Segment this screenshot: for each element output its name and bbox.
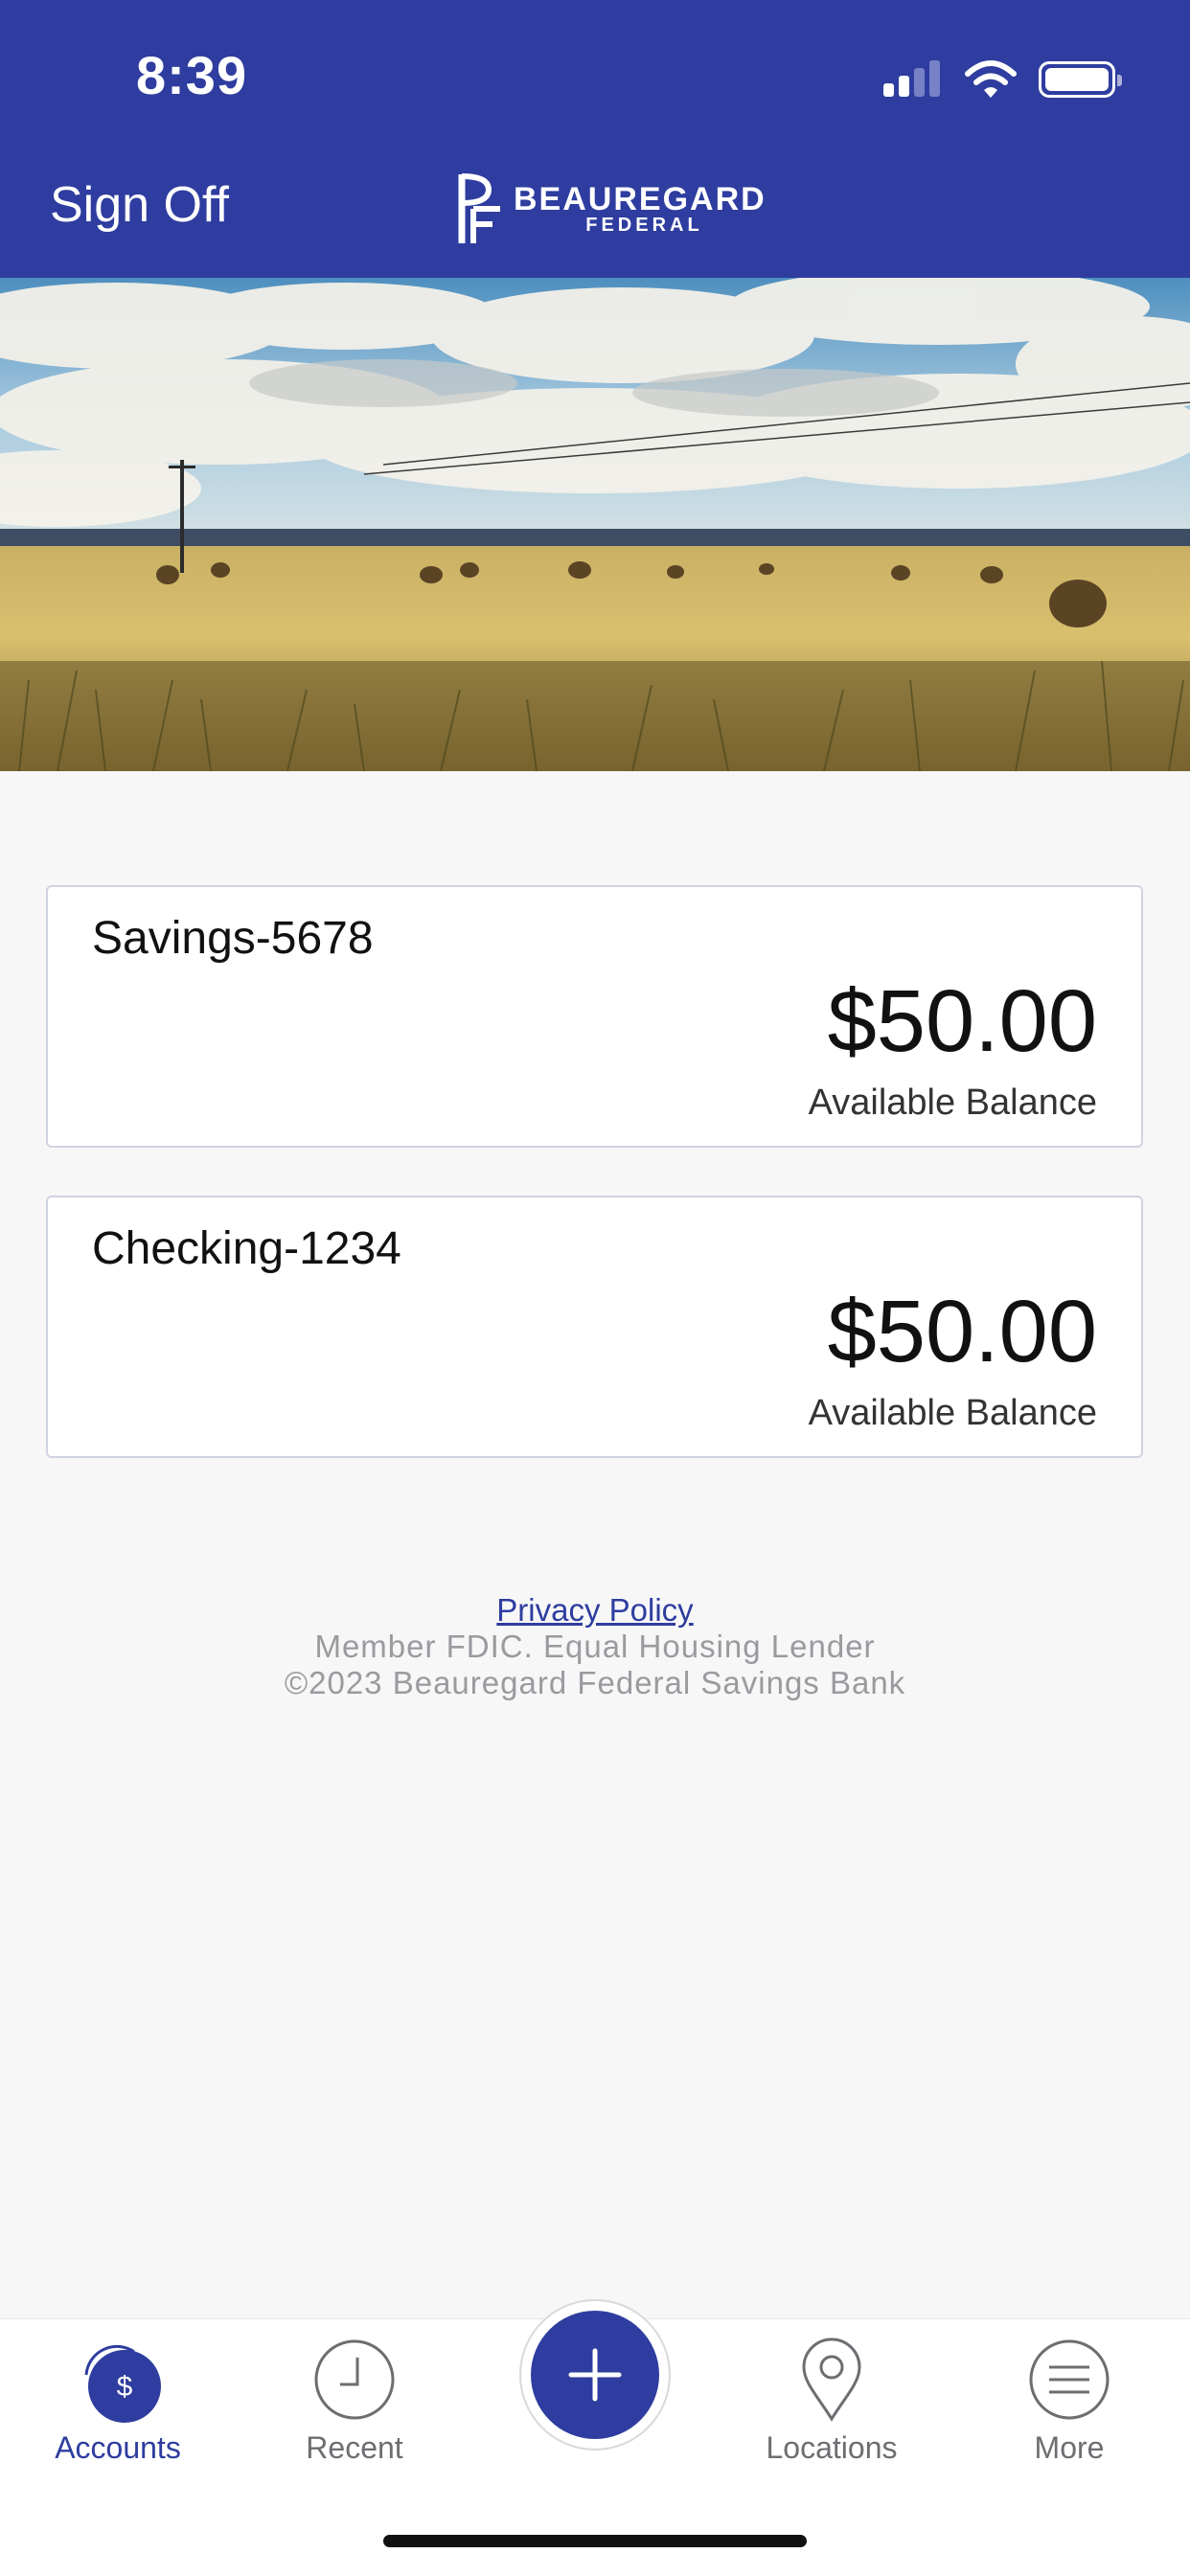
logo-wordmark: BEAUREGARD FEDERAL [514, 183, 767, 235]
account-name: Checking-1234 [92, 1223, 401, 1274]
logo-line1: BEAUREGARD [514, 181, 767, 217]
battery-icon [1039, 61, 1122, 98]
tab-locations[interactable]: Locations [745, 2337, 918, 2466]
tab-more[interactable]: More [983, 2337, 1156, 2466]
status-time: 8:39 [136, 45, 248, 105]
footer: Privacy Policy Member FDIC. Equal Housin… [0, 1592, 1190, 1701]
clock-icon [314, 2339, 395, 2420]
sign-off-button[interactable]: Sign Off [50, 176, 229, 234]
account-balance: $50.00 [827, 1283, 1097, 1380]
menu-icon [1029, 2339, 1110, 2420]
add-fab [531, 2311, 659, 2439]
bank-logo: BEAUREGARD FEDERAL [456, 171, 767, 247]
logo-line2: FEDERAL [585, 215, 703, 236]
balance-label: Available Balance [808, 1083, 1097, 1123]
location-pin-icon [802, 2337, 861, 2422]
tab-label: Accounts [55, 2430, 181, 2465]
tab-label: More [1034, 2430, 1105, 2465]
home-indicator [383, 2535, 807, 2547]
dollar-icon: $ [84, 2344, 161, 2423]
fdic-notice: Member FDIC. Equal Housing Lender [314, 1629, 876, 1664]
app-header: 8:39 Sign Off BEAUREGARD FEDERAL [0, 0, 1190, 278]
tab-accounts[interactable]: $ Accounts [32, 2337, 204, 2466]
account-card-savings[interactable]: Savings-5678 $50.00 Available Balance [46, 885, 1143, 1148]
add-action-button[interactable] [519, 2299, 671, 2451]
plus-icon [568, 2348, 622, 2402]
wifi-icon [965, 60, 1017, 98]
copyright-notice: ©2023 Beauregard Federal Savings Bank [284, 1665, 906, 1700]
bf-monogram-icon [458, 173, 500, 243]
tab-recent[interactable]: Recent [268, 2337, 441, 2466]
svg-text:$: $ [117, 2371, 133, 2403]
privacy-policy-link[interactable]: Privacy Policy [496, 1592, 693, 1629]
account-balance: $50.00 [827, 972, 1097, 1070]
cellular-signal-icon [883, 58, 943, 101]
tab-label: Locations [766, 2430, 898, 2465]
status-icons [883, 56, 1122, 103]
balance-label: Available Balance [808, 1393, 1097, 1433]
hero-landscape-image [0, 278, 1190, 771]
account-name: Savings-5678 [92, 913, 374, 964]
account-card-checking[interactable]: Checking-1234 $50.00 Available Balance [46, 1196, 1143, 1458]
tab-label: Recent [306, 2430, 403, 2465]
